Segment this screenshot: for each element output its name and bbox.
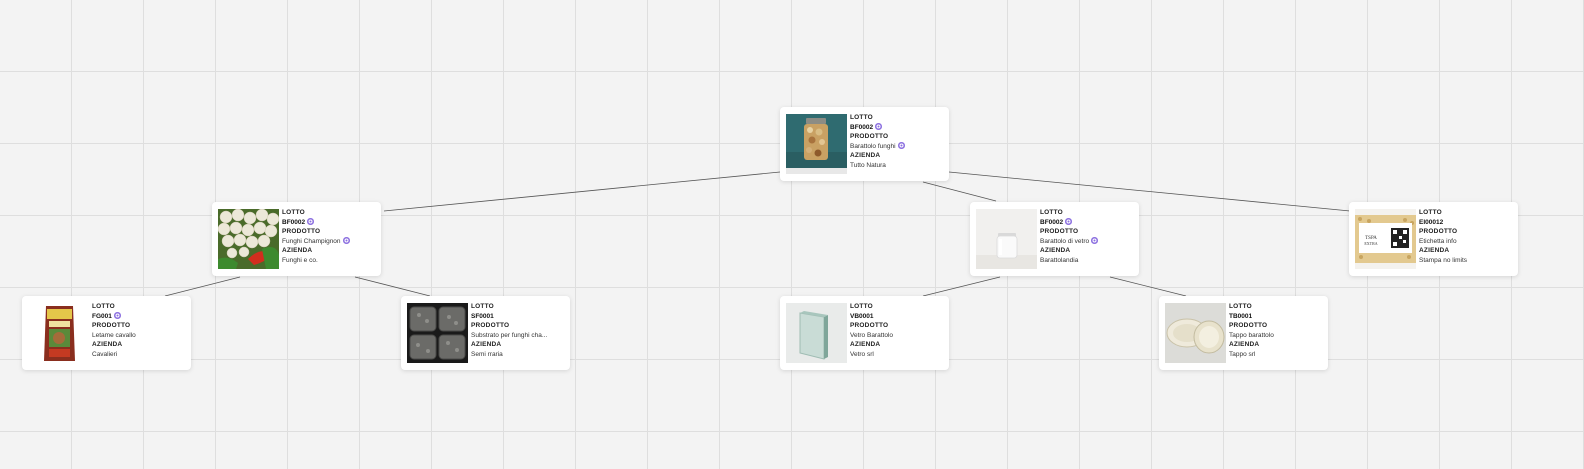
company-label: AZIENDA: [1040, 247, 1071, 255]
lot-code: BF0002: [282, 218, 306, 226]
company-name: Semi rraria: [471, 350, 503, 358]
product-label: PRODOTTO: [850, 133, 889, 141]
lot-code: SF0001: [471, 312, 494, 320]
product-name: Vetro Barattolo: [850, 331, 893, 339]
node-cap[interactable]: LOTTO TB0001 PRODOTTO Tappo barattolo AZ…: [1159, 296, 1328, 370]
company-label: AZIENDA: [850, 152, 881, 160]
lot-label: LOTTO: [92, 303, 115, 310]
lot-label: LOTTO: [471, 303, 494, 310]
lot-label: LOTTO: [1229, 303, 1252, 310]
lot-label: LOTTO: [282, 209, 305, 216]
lot-label: LOTTO: [1040, 209, 1063, 216]
product-label: PRODOTTO: [1040, 228, 1079, 236]
product-name: Letame cavallo: [92, 331, 136, 339]
company-name: Barattolandia: [1040, 256, 1079, 264]
verified-badge-icon[interactable]: [1091, 236, 1099, 244]
verified-badge-icon[interactable]: [897, 141, 905, 149]
product-label: PRODOTTO: [1229, 322, 1268, 330]
company-label: AZIENDA: [850, 341, 881, 349]
edge-mushrooms-manure: [164, 276, 241, 297]
node-manure[interactable]: LOTTO FG001 PRODOTTO Letame cavallo AZIE…: [22, 296, 191, 370]
node-root[interactable]: LOTTO BF0002 PRODOTTO Barattolo funghi A…: [780, 107, 949, 181]
company-label: AZIENDA: [1419, 247, 1450, 255]
verified-badge-icon[interactable]: [1065, 217, 1073, 225]
product-label: PRODOTTO: [282, 228, 321, 236]
product-name: Etichetta info: [1419, 237, 1457, 245]
company-name: Stampa no limits: [1419, 256, 1468, 264]
lot-code: TB0001: [1229, 312, 1253, 320]
svg-text:EXTRA: EXTRA: [1364, 241, 1377, 246]
product-name: Barattolo di vetro: [1040, 237, 1090, 245]
product-name: Substrato per funghi cha...: [471, 331, 548, 339]
product-label: PRODOTTO: [850, 322, 889, 330]
verified-badge-icon[interactable]: [307, 217, 315, 225]
product-name: Barattolo funghi: [850, 142, 896, 150]
label-with-qr-image: TSPA EXTRA: [1355, 209, 1416, 269]
edge-root-jar: [922, 181, 997, 202]
company-label: AZIENDA: [282, 247, 313, 255]
node-substrate[interactable]: LOTTO SF0001 PRODOTTO Substrato per fung…: [401, 296, 570, 370]
node-mushrooms[interactable]: LOTTO BF0002 PRODOTTO Funghi Champignon …: [212, 202, 381, 276]
lot-label: LOTTO: [850, 303, 873, 310]
lot-label: LOTTO: [1419, 209, 1442, 216]
node-jar[interactable]: LOTTO BF0002 PRODOTTO Barattolo di vetro…: [970, 202, 1139, 276]
company-name: Tappo srl: [1229, 350, 1256, 358]
lot-label: LOTTO: [850, 114, 873, 121]
glass-jar-image: [976, 209, 1037, 269]
verified-badge-icon[interactable]: [113, 311, 121, 319]
product-name: Tappo barattolo: [1229, 331, 1274, 339]
lot-code: BF0002: [850, 123, 874, 131]
lot-code: FG001: [92, 312, 112, 320]
company-name: Tutto Natura: [850, 161, 886, 169]
lot-code: BF0002: [1040, 218, 1064, 226]
white-mushrooms-image: [218, 209, 279, 269]
jar-cap-image: [1165, 303, 1226, 363]
product-label: PRODOTTO: [92, 322, 131, 330]
product-label: PRODOTTO: [471, 322, 510, 330]
company-name: Funghi e co.: [282, 256, 318, 264]
edge-jar-cap: [1109, 276, 1187, 297]
company-label: AZIENDA: [92, 341, 123, 349]
product-name: Funghi Champignon: [282, 237, 341, 245]
edge-mushrooms-substrate: [354, 276, 431, 297]
node-label[interactable]: TSPA EXTRA LOTTO EI00012 PRODOTTO Etiche…: [1349, 202, 1518, 276]
product-label: PRODOTTO: [1419, 228, 1458, 236]
company-name: Vetro srl: [850, 350, 874, 358]
node-glass[interactable]: LOTTO VB0001 PRODOTTO Vetro Barattolo AZ…: [780, 296, 949, 370]
company-name: Cavalieri: [92, 350, 118, 358]
glass-sheet-image: [786, 303, 847, 363]
verified-badge-icon[interactable]: [342, 236, 350, 244]
company-label: AZIENDA: [471, 341, 502, 349]
company-label: AZIENDA: [1229, 341, 1260, 349]
lot-code: EI00012: [1419, 218, 1444, 226]
substrate-blocks-image: [407, 303, 468, 363]
verified-badge-icon[interactable]: [875, 122, 883, 130]
manure-bag-image: [28, 303, 89, 363]
edge-jar-glass: [922, 276, 1001, 297]
edge-root-mushrooms: [383, 171, 781, 212]
jar-of-mushrooms-image: [786, 114, 847, 174]
lot-code: VB0001: [850, 312, 874, 320]
